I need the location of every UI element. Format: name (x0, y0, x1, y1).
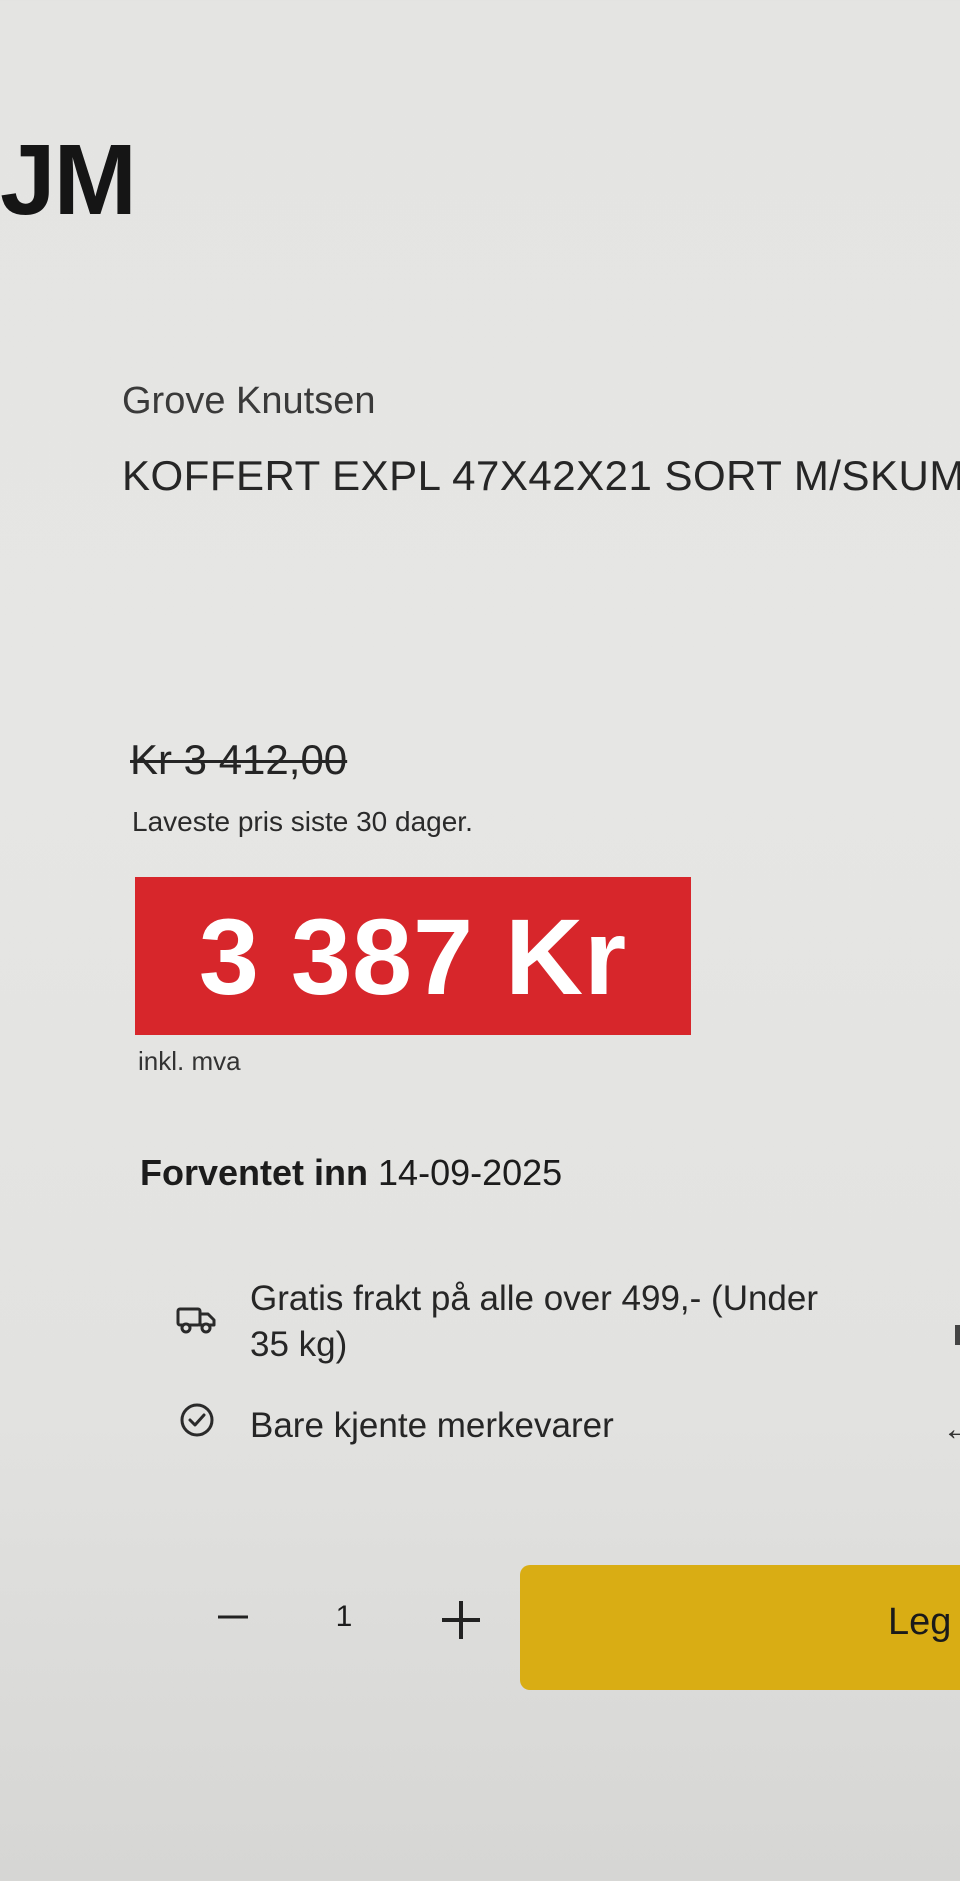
store-logo[interactable]: JM (0, 130, 137, 230)
free-shipping-line-2: 35 kg) (250, 1324, 348, 1364)
check-circle-icon (177, 1400, 217, 1440)
known-brands-text: Bare kjente merkevarer (250, 1406, 614, 1445)
arrow-left-icon[interactable]: ← (942, 1410, 960, 1449)
expected-arrival-date: 14-09-2025 (378, 1152, 563, 1193)
product-brand[interactable]: Grove Knutsen (122, 380, 375, 423)
expected-arrival: Forventet inn 14-09-2025 (140, 1152, 562, 1194)
old-price: Kr 3 412,00 (130, 736, 348, 783)
add-to-cart-button[interactable]: Leg (520, 1565, 960, 1690)
free-shipping-text: Gratis frakt på alle over 499,- (Under 3… (250, 1276, 818, 1367)
minus-icon (218, 1615, 248, 1619)
product-title: KOFFERT EXPL 47X42X21 SORT M/SKUM (122, 452, 960, 499)
truck-icon (176, 1300, 216, 1340)
vat-note: inkl. mva (138, 1046, 241, 1076)
free-shipping-line-1: Gratis frakt på alle over 499,- (Under (250, 1279, 819, 1318)
quantity-decrease-button[interactable] (210, 1592, 260, 1642)
quantity-value[interactable]: 1 (330, 1600, 358, 1634)
expected-arrival-label: Forventet inn (140, 1152, 369, 1193)
current-price: 3 387 Kr (198, 895, 628, 1017)
edge-divider (955, 1325, 960, 1345)
lowest-price-note: Laveste pris siste 30 dager. (132, 806, 473, 837)
plus-icon (442, 1601, 480, 1639)
quantity-increase-button[interactable] (430, 1590, 490, 1650)
current-price-badge: 3 387 Kr (135, 877, 691, 1035)
add-to-cart-label: Leg (888, 1601, 952, 1643)
